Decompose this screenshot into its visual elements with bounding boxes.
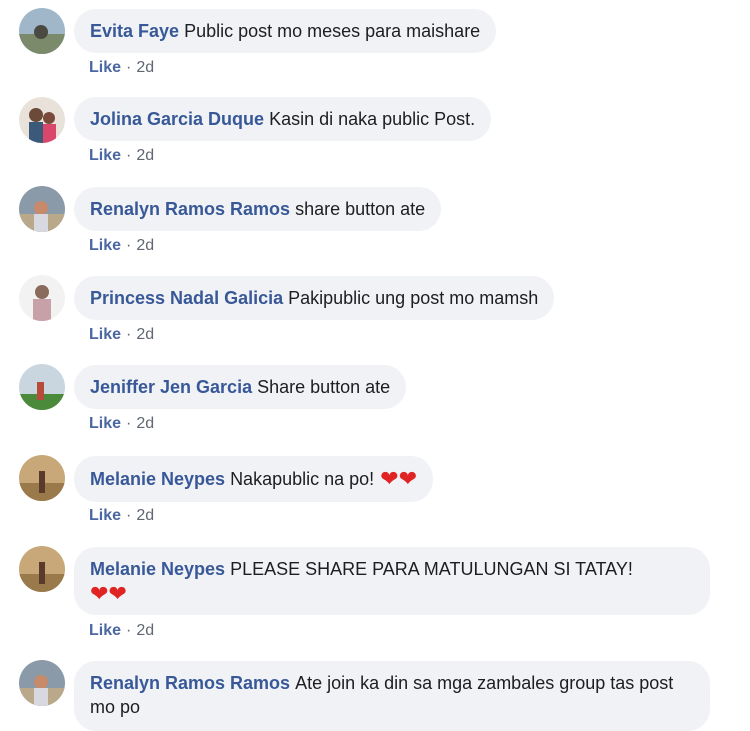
separator: · xyxy=(126,326,132,343)
comment-timestamp[interactable]: 2d xyxy=(136,326,154,343)
comment-timestamp[interactable]: 2d xyxy=(136,622,154,639)
comment-bubble: Princess Nadal Galicia Pakipublic ung po… xyxy=(74,276,555,320)
comment-author[interactable]: Jolina Garcia Duque xyxy=(90,109,264,130)
comment-author[interactable]: Princess Nadal Galicia xyxy=(90,288,283,309)
comment-author[interactable]: Renalyn Ramos Ramos xyxy=(90,199,290,220)
avatar-icon xyxy=(19,186,65,232)
separator: · xyxy=(126,147,132,164)
comment-text: Share button ate xyxy=(257,376,391,397)
comment-bubble: Jeniffer Jen Garcia Share button ate xyxy=(74,365,407,409)
comment-text: Public post mo meses para maishare xyxy=(184,20,481,41)
avatar[interactable] xyxy=(19,186,65,232)
separator: · xyxy=(126,622,132,639)
comment-actions: Like · 2d xyxy=(89,147,154,165)
like-link[interactable]: Like xyxy=(89,415,121,432)
comment-text: Pakipublic ung post mo mamsh xyxy=(288,287,539,308)
comment-actions: Like · 2d xyxy=(89,326,154,344)
comment-author[interactable]: Evita Faye xyxy=(90,21,179,42)
heart-emoji: ❤❤ xyxy=(380,466,418,491)
like-link[interactable]: Like xyxy=(89,59,121,76)
comment-timestamp[interactable]: 2d xyxy=(136,237,154,254)
comment-text: Kasin di naka public Post. xyxy=(269,108,476,129)
avatar-icon xyxy=(19,364,65,410)
comment-bubble: Renalyn Ramos Ramos Ate join ka din sa mg… xyxy=(74,661,710,731)
avatar[interactable] xyxy=(19,546,65,592)
avatar[interactable] xyxy=(19,455,65,501)
like-link[interactable]: Like xyxy=(89,622,121,639)
comment-timestamp[interactable]: 2d xyxy=(136,415,154,432)
avatar-icon xyxy=(19,97,65,143)
comment-author[interactable]: Melanie Neypes xyxy=(90,469,225,490)
comment-timestamp[interactable]: 2d xyxy=(136,59,154,76)
heart-emoji: ❤❤ xyxy=(90,581,127,606)
avatar-icon xyxy=(19,660,65,706)
comment-actions: Like · 2d xyxy=(89,622,154,640)
avatar[interactable] xyxy=(19,275,65,321)
comment-text: PLEASE SHARE PARA MATULUNGAN SI TATAY! xyxy=(230,559,633,579)
comment-timestamp[interactable]: 2d xyxy=(136,507,154,524)
avatar-icon xyxy=(19,275,65,321)
comment-author[interactable]: Melanie Neypes xyxy=(90,559,225,579)
avatar[interactable] xyxy=(19,364,65,410)
separator: · xyxy=(126,237,132,254)
like-link[interactable]: Like xyxy=(89,147,121,164)
avatar[interactable] xyxy=(19,97,65,143)
avatar[interactable] xyxy=(19,660,65,706)
like-link[interactable]: Like xyxy=(89,507,121,524)
comment-bubble: Evita Faye Public post mo meses para mai… xyxy=(74,9,497,53)
comment-actions: Like · 2d xyxy=(89,507,154,525)
comment-author[interactable]: Renalyn Ramos Ramos xyxy=(90,673,290,693)
comment-actions: Like · 2d xyxy=(89,237,154,255)
comment-actions: Like · 2d xyxy=(89,59,154,77)
avatar-icon xyxy=(19,546,65,592)
separator: · xyxy=(126,507,132,524)
avatar-icon xyxy=(19,8,65,54)
comment-actions: Like · 2d xyxy=(89,415,154,433)
comment-timestamp[interactable]: 2d xyxy=(136,147,154,164)
comment-bubble: Melanie Neypes Nakapublic na po! ❤❤ xyxy=(74,456,434,502)
comment-text: Nakapublic na po! xyxy=(230,468,375,489)
comment-bubble: Renalyn Ramos Ramos share button ate xyxy=(74,187,442,231)
comment-bubble: Jolina Garcia Duque Kasin di naka public… xyxy=(74,97,492,141)
comment-author[interactable]: Jeniffer Jen Garcia xyxy=(90,377,252,398)
avatar-icon xyxy=(19,455,65,501)
comment-bubble: Melanie Neypes PLEASE SHARE PARA MATULUNG… xyxy=(74,547,710,615)
avatar[interactable] xyxy=(19,8,65,54)
separator: · xyxy=(126,59,132,76)
separator: · xyxy=(126,415,132,432)
like-link[interactable]: Like xyxy=(89,237,121,254)
like-link[interactable]: Like xyxy=(89,326,121,343)
comment-text: share button ate xyxy=(295,198,426,219)
